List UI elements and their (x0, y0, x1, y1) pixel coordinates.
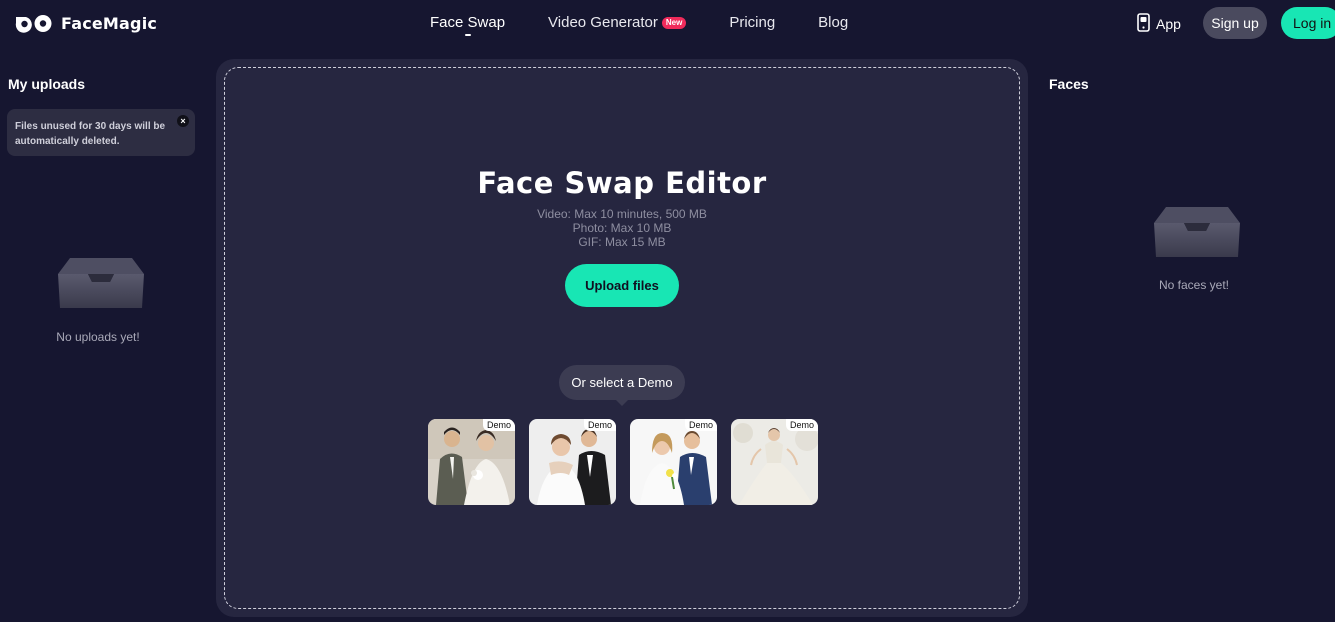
upload-dropzone[interactable] (224, 67, 1020, 609)
logo[interactable]: FaceMagic (15, 12, 157, 34)
demo-thumbnail-1[interactable]: Demo (428, 419, 515, 505)
phone-icon (1137, 13, 1150, 35)
logo-text: FaceMagic (61, 13, 158, 33)
limit-photo: Photo: Max 10 MB (572, 221, 672, 235)
facemagic-logo-icon (15, 13, 53, 33)
faces-title: Faces (1049, 76, 1089, 92)
demo-thumbnail-4[interactable]: Demo (731, 419, 818, 505)
main-nav: Face Swap Video Generator New Pricing Bl… (430, 14, 848, 36)
app-label: App (1156, 16, 1181, 32)
demo-image-3 (630, 419, 717, 505)
nav-face-swap[interactable]: Face Swap (430, 14, 505, 36)
face-swap-editor-panel: Face Swap Editor Video: Max 10 minutes, … (216, 59, 1028, 617)
empty-tray-icon (1152, 205, 1242, 266)
demo-image-4 (731, 419, 818, 505)
demo-thumbnail-3[interactable]: Demo (630, 419, 717, 505)
nav-video-generator-label: Video Generator (548, 14, 658, 31)
demo-tag: Demo (785, 419, 818, 431)
empty-tray-icon (56, 256, 146, 317)
select-demo-label: Or select a Demo (559, 365, 685, 406)
limit-gif: GIF: Max 15 MB (578, 235, 666, 249)
upload-limits: Video: Max 10 minutes, 500 MB Photo: Max… (216, 207, 1028, 249)
demo-image-1 (428, 419, 515, 505)
uploads-title: My uploads (8, 76, 86, 92)
nav-video-generator[interactable]: Video Generator New (548, 14, 687, 31)
demo-image-2 (529, 419, 616, 505)
demo-tag: Demo (583, 419, 616, 431)
top-navbar: FaceMagic Face Swap Video Generator New … (0, 0, 1335, 46)
editor-title: Face Swap Editor (477, 166, 767, 200)
upload-files-button[interactable]: Upload files (565, 264, 679, 307)
notice-text: Files unused for 30 days will be automat… (15, 121, 166, 147)
app-link[interactable]: App (1137, 13, 1181, 35)
no-uploads-text: No uploads yet! (56, 330, 140, 344)
demo-thumbnail-2[interactable]: Demo (529, 419, 616, 505)
nav-blog[interactable]: Blog (818, 14, 848, 31)
demo-tag: Demo (684, 419, 717, 431)
demo-tag: Demo (482, 419, 515, 431)
auto-delete-notice: Files unused for 30 days will be automat… (7, 109, 195, 156)
no-faces-text: No faces yet! (1158, 278, 1230, 292)
demo-gallery: Demo Demo Demo Demo (428, 419, 818, 505)
new-badge: New (661, 16, 687, 29)
signup-button[interactable]: Sign up (1203, 7, 1267, 39)
nav-pricing[interactable]: Pricing (729, 14, 775, 31)
login-button[interactable]: Log in (1281, 7, 1335, 39)
close-icon[interactable]: × (177, 115, 189, 127)
limit-video: Video: Max 10 minutes, 500 MB (537, 207, 707, 221)
